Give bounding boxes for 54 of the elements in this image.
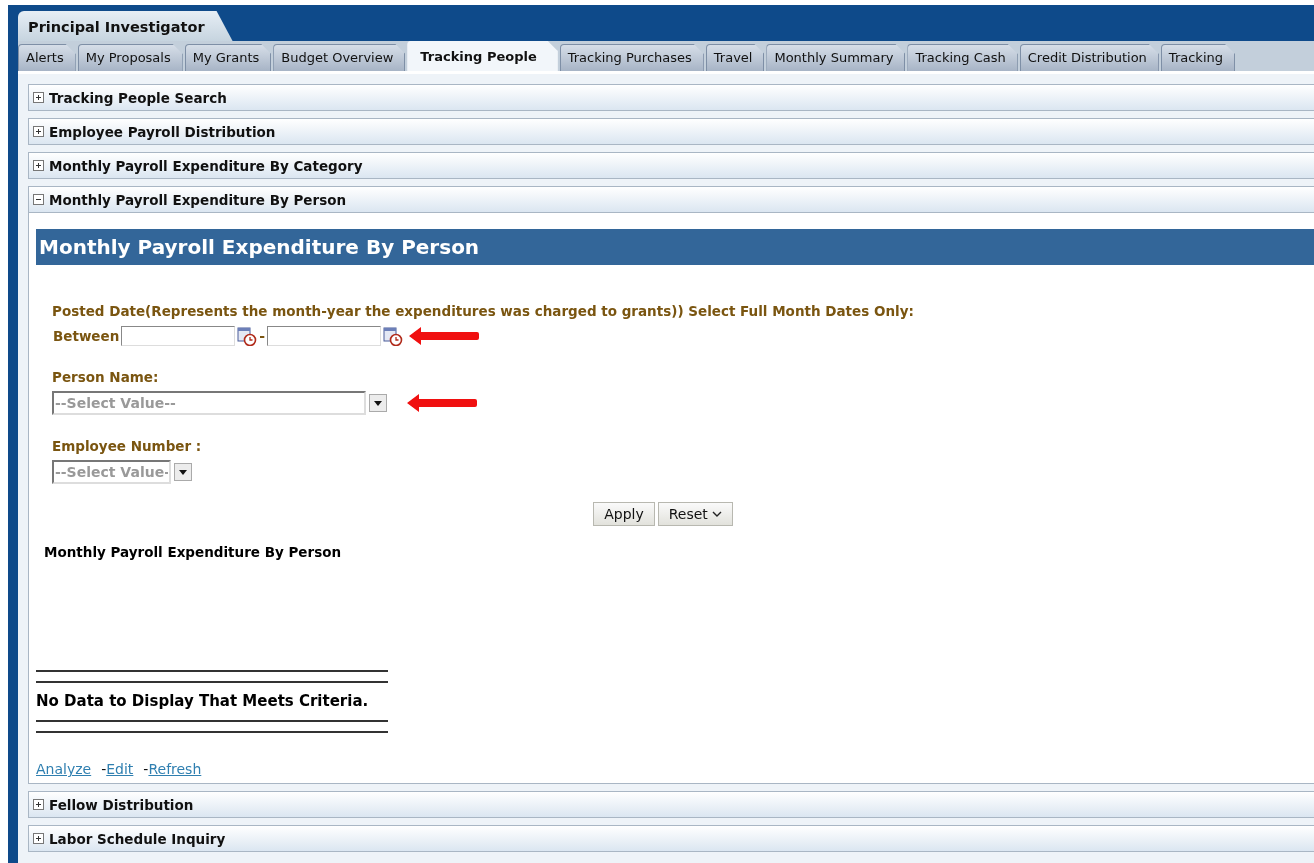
report-link[interactable]: Edit [106,761,134,777]
expand-icon[interactable] [33,799,44,810]
report-link[interactable]: Analyze [36,761,92,777]
section-header[interactable]: Monthly Payroll Expenditure By Person [29,187,1314,213]
section-title: Fellow Distribution [49,796,194,813]
dropdown-icon[interactable] [174,463,192,481]
date-field[interactable] [267,326,382,346]
report-banner: Monthly Payroll Expenditure By Person [36,229,1314,265]
field-label: Between [53,328,120,344]
section-title: Monthly Payroll Expenditure By Person [49,191,347,208]
empty-message: No Data to Display That Meets Criteria. [36,692,370,710]
apply-button[interactable]: Apply [593,502,655,526]
expand-icon[interactable] [33,92,44,103]
calendar-clock-icon[interactable] [383,326,404,346]
range-separator: - [259,328,266,344]
tab[interactable]: My Proposals [77,44,183,71]
chevron-icon [711,511,722,517]
expand-icon[interactable] [33,160,44,171]
reset-button[interactable]: Reset [657,502,733,526]
select-field[interactable]: --Select Value-- [52,391,366,415]
report-title: Monthly Payroll Expenditure By Person [44,544,343,560]
field-label: Person Name: [52,369,160,385]
section-title: Labor Schedule Inquiry [49,830,226,847]
tab[interactable]: My Grants [184,44,272,71]
tab[interactable]: Alerts [18,44,76,71]
section-header[interactable]: Employee Payroll Distribution [29,119,1314,144]
pointer-arrow [409,326,480,346]
section-header[interactable]: Labor Schedule Inquiry [29,826,1314,851]
link-separator: - [101,761,107,777]
pointer-arrow [407,393,477,413]
tab[interactable]: Tracking People [407,41,558,71]
calendar-clock-icon[interactable] [237,326,258,346]
link-separator: - [143,761,149,777]
section-title: Monthly Payroll Expenditure By Category [49,157,363,174]
tab[interactable]: Tracking Purchases [559,44,704,71]
report-link[interactable]: Refresh [148,761,202,777]
tab[interactable]: Travel [705,44,765,71]
section-title: Tracking People Search [49,89,227,106]
tab[interactable]: Tracking Cash [907,44,1018,71]
expand-icon[interactable] [33,126,44,137]
collapse-icon[interactable] [33,194,44,205]
tab[interactable]: Monthly Summary [766,44,906,71]
field-label: Employee Number : [52,438,203,454]
section-title: Employee Payroll Distribution [49,123,276,140]
section-header[interactable]: Tracking People Search [29,85,1314,110]
tab[interactable]: Credit Distribution [1019,44,1159,71]
expand-icon[interactable] [33,833,44,844]
tab[interactable]: Budget Overview [273,44,406,71]
date-field[interactable] [121,326,236,346]
section-header[interactable]: Fellow Distribution [29,792,1314,817]
tab[interactable]: Tracking [1160,44,1235,71]
section-header[interactable]: Monthly Payroll Expenditure By Category [29,153,1314,178]
field-label: Posted Date(Represents the month-year the expenditures was charged to grants)) Select Full Month Dates Only: [52,303,915,319]
dropdown-icon[interactable] [369,394,387,412]
